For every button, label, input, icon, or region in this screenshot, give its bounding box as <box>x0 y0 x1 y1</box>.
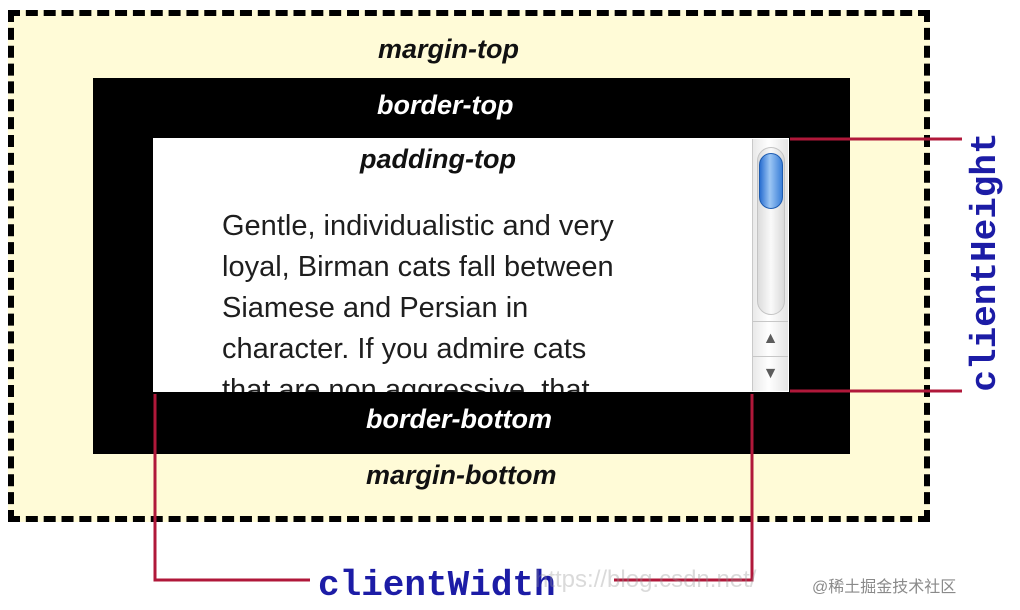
text-line: that are non aggressive, that <box>222 374 590 392</box>
watermark-url: https://blog.csdn.net/ <box>535 566 757 593</box>
scroll-up-arrow-icon[interactable]: ▲ <box>753 321 788 356</box>
border-bottom-label: border-bottom <box>366 404 552 434</box>
text-line: loyal, Birman cats fall between <box>222 251 614 283</box>
text-line: Siamese and Persian in <box>222 292 529 324</box>
scroll-thumb[interactable] <box>759 153 783 209</box>
watermark-credit: @稀土掘金技术社区 <box>812 579 957 596</box>
scrollable-text: Gentle, individualistic and very loyal, … <box>222 206 692 392</box>
margin-top-label: margin-top <box>378 34 519 64</box>
vertical-scrollbar[interactable]: ▲ ▼ <box>752 139 788 391</box>
text-line: Gentle, individualistic and very <box>222 210 614 242</box>
margin-bottom-label: margin-bottom <box>366 460 557 490</box>
scroll-down-arrow-icon[interactable]: ▼ <box>753 356 788 391</box>
client-width-label: clientWidth <box>318 565 556 606</box>
border-top-label: border-top <box>377 90 514 120</box>
text-line: character. If you admire cats <box>222 333 587 365</box>
box-model-diagram: margin-top border-top padding-top Gentle… <box>0 0 1020 610</box>
client-height-label: clientHeight <box>965 132 1006 392</box>
padding-top-label: padding-top <box>360 144 516 174</box>
